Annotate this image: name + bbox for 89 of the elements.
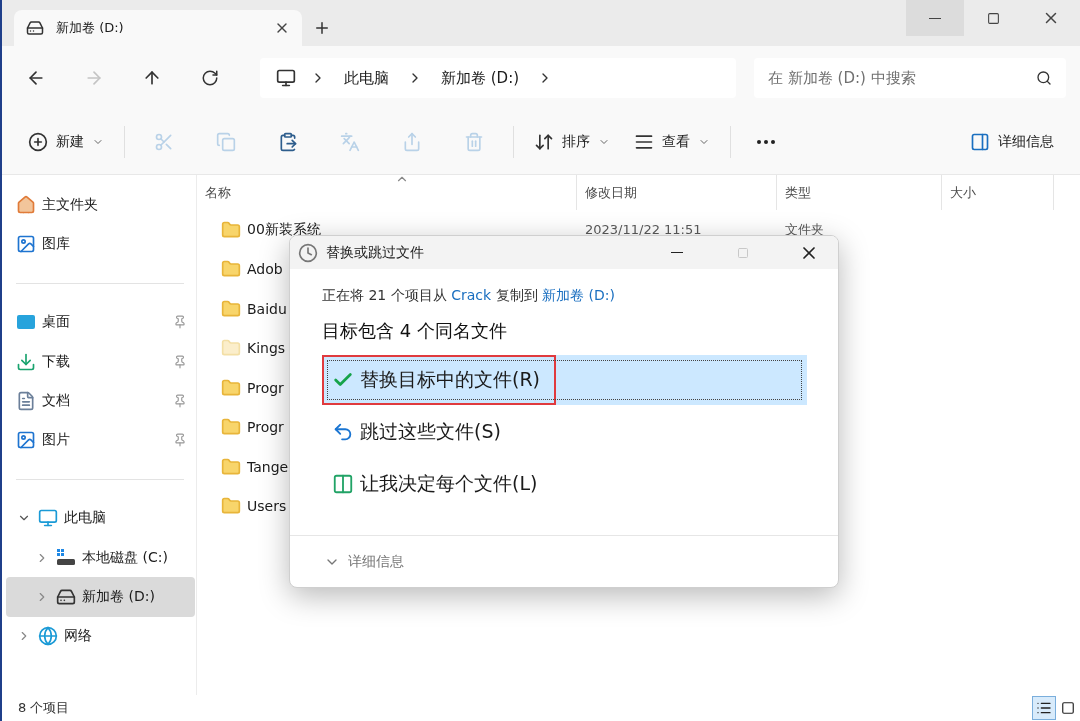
image-icon: [16, 430, 36, 451]
sidebar-item[interactable]: 本地磁盘 (C:): [6, 538, 195, 578]
column-header[interactable]: 修改日期: [577, 175, 777, 210]
sidebar-label: 网络: [64, 627, 93, 646]
list-icon: [1036, 700, 1052, 716]
sidebar-label: 文档: [42, 391, 71, 410]
sidebar-label: 下载: [42, 352, 71, 371]
undo-icon: [332, 421, 354, 443]
lines-icon: [634, 132, 654, 152]
new-button[interactable]: 新建: [18, 122, 114, 162]
file-name[interactable]: Users: [247, 498, 287, 515]
option-button[interactable]: 跳过这些文件(S): [322, 407, 807, 457]
home-icon: [16, 194, 36, 215]
refresh-icon: [201, 69, 219, 87]
minimize-icon: [929, 17, 941, 19]
square-icon: [1061, 701, 1075, 715]
clipboard-icon: [278, 132, 298, 152]
sidebar-item[interactable]: 桌面: [6, 302, 195, 342]
drive-icon: [56, 587, 76, 607]
address-bar[interactable]: 此电脑 新加卷 (D:): [260, 58, 736, 98]
file-name[interactable]: Kings: [247, 340, 286, 357]
document-icon: [16, 390, 36, 411]
location-link[interactable]: 新加卷 (D:): [542, 287, 615, 303]
scissors-icon: [154, 132, 174, 152]
sort-icon: [534, 132, 554, 152]
sidebar-label: 图片: [42, 431, 71, 450]
details-button[interactable]: 详细信息: [960, 122, 1064, 162]
minimize-icon: [671, 252, 683, 253]
sidebar-label: 新加卷 (D:): [82, 588, 156, 606]
tab[interactable]: 新加卷 (D:): [14, 10, 302, 46]
dialog-heading: 目标包含 4 个同名文件: [322, 319, 508, 343]
sidebar-item[interactable]: 新加卷 (D:): [6, 577, 195, 617]
share-icon: [402, 132, 422, 152]
item-count: 8 个项目: [18, 699, 71, 717]
desktop-icon: [16, 314, 36, 331]
column-header[interactable]: 大小: [942, 175, 1054, 210]
option-button[interactable]: 让我决定每个文件(L): [322, 459, 807, 509]
location-link[interactable]: Crack: [451, 287, 492, 303]
view-button[interactable]: 查看: [624, 122, 720, 162]
sidebar-label: 此电脑: [64, 509, 107, 528]
dialog-title: 替换或跳过文件: [326, 243, 425, 262]
network-icon: [38, 626, 58, 647]
clock-icon: [298, 242, 318, 263]
tab-title: 新加卷 (D:): [56, 19, 125, 37]
option-button[interactable]: 替换目标中的文件(R): [322, 355, 807, 405]
compare-icon: [332, 473, 354, 495]
sidebar-item[interactable]: 下载: [6, 341, 195, 382]
details-toggle[interactable]: 详细信息: [324, 552, 404, 571]
sidebar-item[interactable]: 文档: [6, 381, 195, 421]
plus-circle-icon: [28, 132, 48, 152]
download-icon: [16, 351, 36, 372]
breadcrumb-item[interactable]: 此电脑: [340, 68, 393, 88]
copy-message: 正在将 21 个项目从 Crack 复制到 新加卷 (D:): [322, 287, 616, 305]
rename-icon: [340, 132, 360, 152]
maximize-icon: [986, 11, 1000, 25]
image-icon: [16, 233, 36, 254]
plus-icon: [313, 19, 331, 37]
file-name[interactable]: Adob: [247, 261, 283, 278]
sidebar-item[interactable]: 图库: [6, 224, 195, 264]
file-name[interactable]: Progr: [247, 419, 284, 436]
panel-icon: [970, 132, 990, 152]
sidebar-item[interactable]: 主文件夹: [6, 185, 195, 225]
sidebar-item[interactable]: 图片: [6, 420, 195, 460]
monitor-icon: [38, 508, 58, 529]
copy-icon: [216, 132, 236, 152]
search-icon: [1036, 70, 1052, 86]
breadcrumb-item[interactable]: 新加卷 (D:): [437, 68, 524, 88]
maximize-icon: [737, 246, 749, 259]
sort-button[interactable]: 排序: [524, 122, 620, 162]
sidebar-label: 图库: [42, 234, 71, 253]
system-drive-icon: [56, 548, 76, 567]
monitor-icon: [276, 68, 296, 88]
sidebar-label: 桌面: [42, 313, 71, 332]
more-icon: [757, 140, 775, 144]
file-name[interactable]: 00新装系统: [247, 220, 321, 239]
details-view-button[interactable]: [1032, 696, 1056, 720]
sidebar-item[interactable]: 网络: [6, 616, 195, 656]
sidebar-label: 主文件夹: [42, 195, 99, 214]
date-cell-text: 2023/11/22 11:51: [584, 222, 703, 238]
trash-icon: [464, 132, 484, 152]
drive-icon: [26, 19, 44, 37]
column-header[interactable]: 名称: [197, 175, 577, 210]
file-name[interactable]: Baidu: [247, 300, 287, 317]
column-header[interactable]: 类型: [777, 175, 942, 210]
sidebar-item[interactable]: 此电脑: [6, 498, 195, 539]
file-name[interactable]: Tange: [247, 458, 289, 475]
search-field[interactable]: 在 新加卷 (D:) 中搜索: [754, 58, 1066, 98]
sidebar-label: 本地磁盘 (C:): [82, 548, 169, 567]
file-name[interactable]: Progr: [247, 379, 284, 396]
